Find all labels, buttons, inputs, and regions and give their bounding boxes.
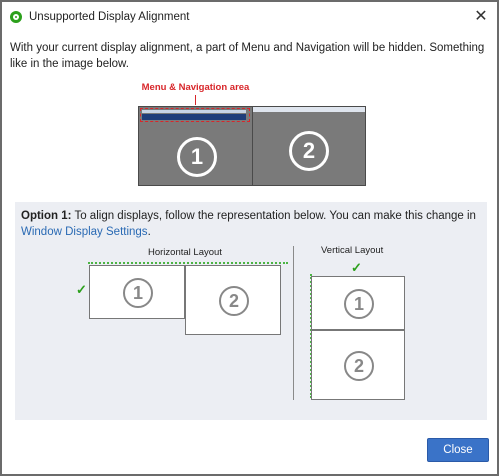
quickbooks-logo-icon	[10, 11, 22, 23]
option-1-text-suffix: .	[147, 226, 151, 238]
window-display-settings-link[interactable]: Window Display Settings	[21, 226, 148, 238]
option-1-description: Option 1: To align displays, follow the …	[21, 208, 481, 240]
option-1-heading: Option 1:	[21, 210, 72, 222]
callout-pointer	[195, 95, 196, 105]
title-bar: Unsupported Display Alignment ✕	[2, 2, 497, 32]
vertical-display-1: 1	[311, 276, 405, 330]
layout-divider	[293, 246, 294, 400]
checkmark-icon: ✓	[76, 282, 87, 297]
close-icon[interactable]: ✕	[471, 7, 491, 27]
horizontal-display-2: 2	[185, 265, 281, 335]
dialog-title: Unsupported Display Alignment	[29, 11, 190, 23]
intro-text: With your current display alignment, a p…	[10, 42, 485, 70]
close-button[interactable]: Close	[427, 438, 489, 462]
monitor-2-number: 2	[289, 131, 329, 171]
vertical-display-1-number: 1	[344, 289, 374, 319]
horizontal-display-1: 1	[89, 265, 185, 319]
monitor-1-image: 1	[138, 106, 253, 186]
vertical-layout-label: Vertical Layout	[321, 245, 384, 256]
option-1-text: To align displays, follow the representa…	[74, 210, 476, 222]
vertical-display-2: 2	[311, 330, 405, 400]
option-1-panel: Option 1: To align displays, follow the …	[15, 202, 487, 420]
horizontal-alignment-guide	[88, 262, 288, 264]
vertical-display-2-number: 2	[344, 351, 374, 381]
menu-navigation-callout: Menu & Navigation area	[141, 82, 250, 93]
unsupported-display-alignment-dialog: Unsupported Display Alignment ✕ With you…	[0, 0, 499, 476]
horizontal-display-1-number: 1	[123, 278, 153, 308]
monitor-2-image: 2	[252, 106, 366, 186]
window-title-strip	[253, 107, 365, 112]
checkmark-icon: ✓	[351, 260, 362, 275]
monitor-1-number: 1	[177, 137, 217, 177]
horizontal-layout-label: Horizontal Layout	[148, 247, 222, 258]
horizontal-display-2-number: 2	[219, 286, 249, 316]
hidden-menu-illustration: Menu & Navigation area 1 2	[138, 82, 366, 190]
menu-navigation-highlight	[140, 108, 250, 122]
